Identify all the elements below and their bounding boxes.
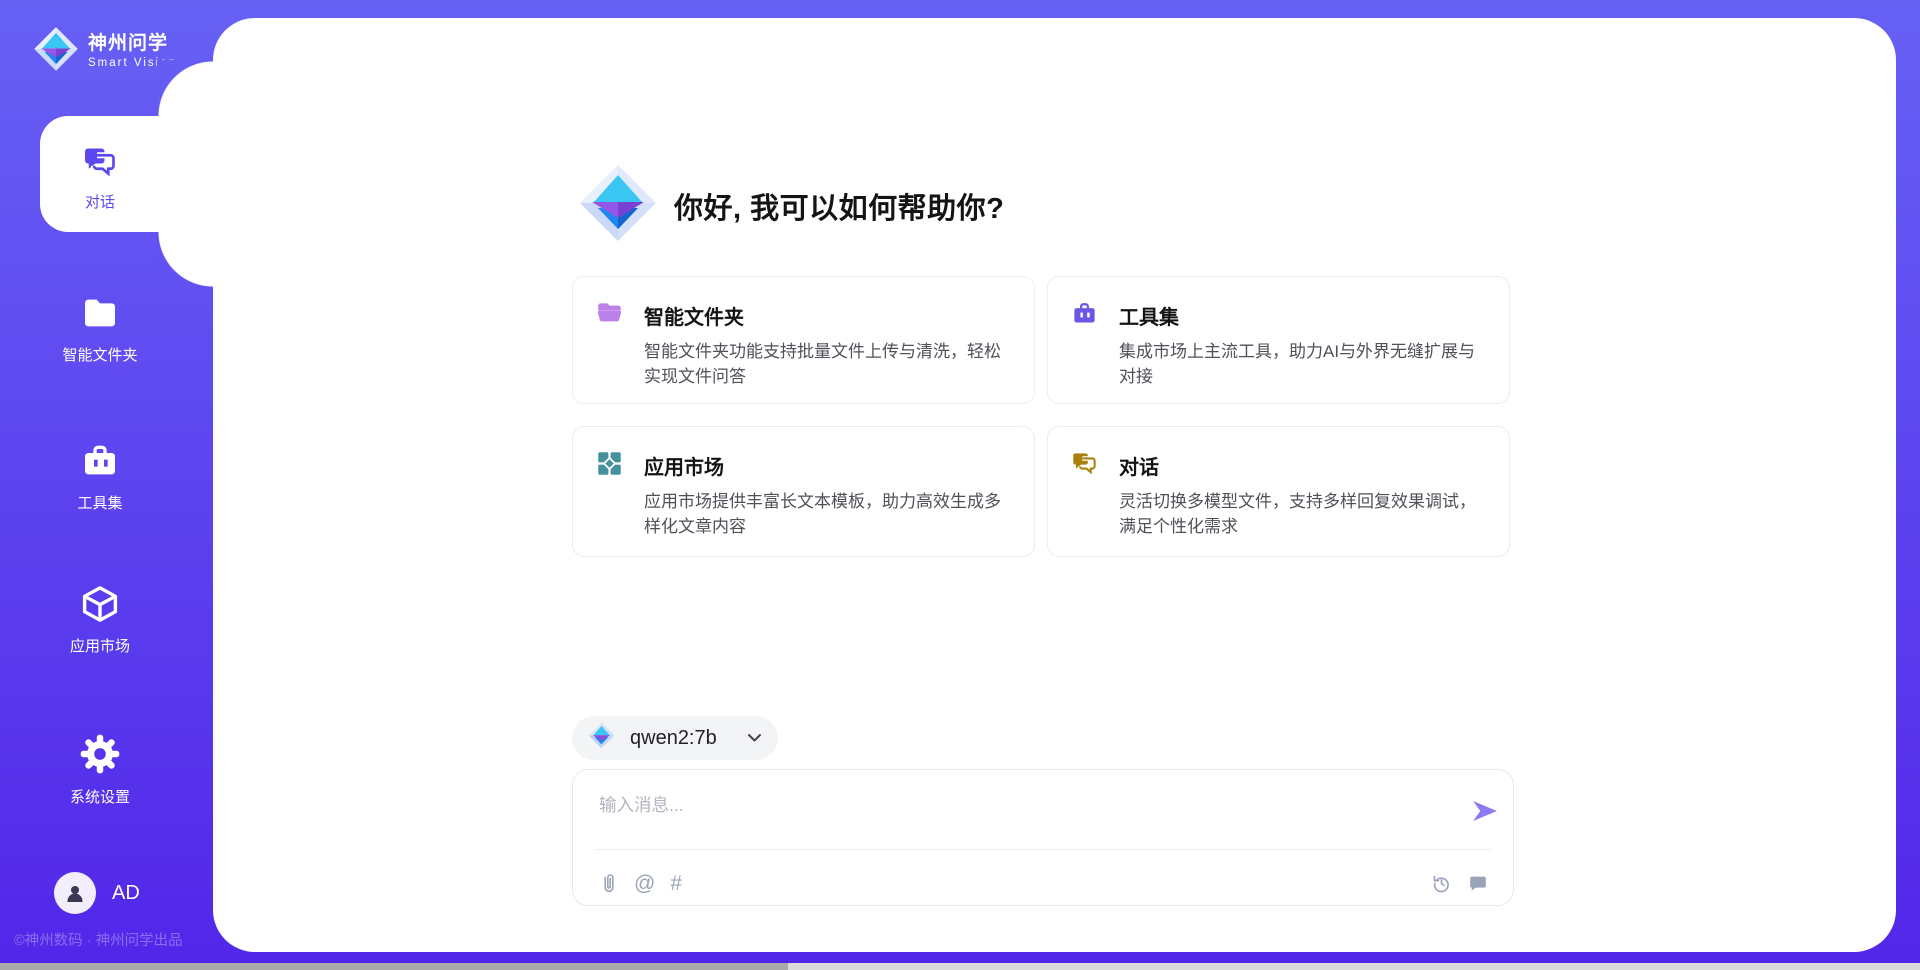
feature-cards: 智能文件夹 智能文件夹功能支持批量文件上传与清洗，轻松实现文件问答 工具集 集成…: [572, 276, 1510, 557]
card-description: 智能文件夹功能支持批量文件上传与清洗，轻松实现文件问答: [644, 339, 1010, 389]
card-app-market[interactable]: 应用市场 应用市场提供丰富长文本模板，助力高效生成多样化文章内容: [572, 426, 1035, 557]
hash-icon[interactable]: #: [670, 873, 682, 895]
sidebar-item-toolset[interactable]: 工具集: [0, 441, 200, 513]
chevron-down-icon: [747, 733, 762, 743]
at-icon[interactable]: @: [634, 873, 655, 895]
copyright-footer: ©神州数码 · 神州问学出品: [14, 929, 183, 950]
brand-diamond-icon: [33, 26, 79, 77]
message-input[interactable]: [599, 786, 1419, 824]
sidebar-item-label: 对话: [85, 191, 115, 212]
greeting: 你好, 我可以如何帮助你?: [578, 163, 1004, 248]
card-chat[interactable]: 对话 灵活切换多模型文件，支持多样回复效果调试，满足个性化需求: [1047, 426, 1510, 557]
user-name: AD: [112, 882, 140, 905]
model-selector[interactable]: qwen2:7b: [572, 716, 778, 760]
active-tab-curve-bottom: [157, 232, 213, 288]
model-name: qwen2:7b: [630, 727, 717, 750]
paperclip-icon[interactable]: [599, 872, 619, 896]
gear-icon: [79, 733, 121, 779]
brand-diamond-icon: [578, 163, 658, 248]
cube-icon: [80, 584, 120, 628]
card-toolset[interactable]: 工具集 集成市场上主流工具，助力AI与外界无缝扩展与对接: [1047, 276, 1510, 404]
sidebar-item-app-market[interactable]: 应用市场: [0, 584, 200, 656]
sidebar-item-label: 工具集: [77, 492, 122, 513]
sidebar-item-chat[interactable]: 对话: [0, 144, 200, 212]
card-title: 对话: [1119, 451, 1509, 480]
active-tab-curve-top: [157, 60, 213, 116]
history-icon[interactable]: [1430, 872, 1453, 895]
toolbox-icon: [80, 441, 120, 485]
sidebar: 神州问学 Smart Vision 对话 智能文件夹: [0, 0, 213, 970]
chat-icon: [1071, 450, 1098, 477]
card-title: 工具集: [1119, 301, 1509, 330]
sidebar-item-label: 系统设置: [70, 786, 130, 807]
card-title: 应用市场: [644, 451, 1034, 480]
greeting-text: 你好, 我可以如何帮助你?: [674, 185, 1004, 227]
brand-name: 神州问学: [88, 34, 177, 55]
folder-icon: [80, 293, 120, 337]
brand-logo: 神州问学 Smart Vision: [33, 26, 177, 77]
avatar: [54, 872, 96, 914]
horizontal-scrollbar[interactable]: [0, 963, 1920, 970]
composer-divider: [595, 849, 1491, 850]
message-composer: @ #: [572, 769, 1514, 906]
card-description: 集成市场上主流工具，助力AI与外界无缝扩展与对接: [1119, 339, 1485, 389]
chat-icon: [82, 144, 118, 184]
card-description: 灵活切换多模型文件，支持多样回复效果调试，满足个性化需求: [1119, 489, 1485, 539]
comment-icon[interactable]: [1467, 873, 1489, 895]
card-title: 智能文件夹: [644, 301, 1034, 330]
grid-icon: [596, 450, 623, 477]
sidebar-item-settings[interactable]: 系统设置: [0, 733, 200, 807]
card-description: 应用市场提供丰富长文本模板，助力高效生成多样化文章内容: [644, 489, 1010, 539]
send-icon[interactable]: [1470, 796, 1500, 826]
card-smart-folder[interactable]: 智能文件夹 智能文件夹功能支持批量文件上传与清洗，轻松实现文件问答: [572, 276, 1035, 404]
user-account[interactable]: AD: [54, 872, 140, 914]
sidebar-item-smart-folder[interactable]: 智能文件夹: [0, 293, 200, 365]
scrollbar-thumb[interactable]: [0, 963, 788, 970]
sidebar-item-label: 应用市场: [70, 635, 130, 656]
folder-open-icon: [596, 300, 623, 327]
brand-diamond-icon: [588, 722, 615, 754]
toolbox-icon: [1071, 300, 1098, 327]
sidebar-item-label: 智能文件夹: [62, 344, 137, 365]
